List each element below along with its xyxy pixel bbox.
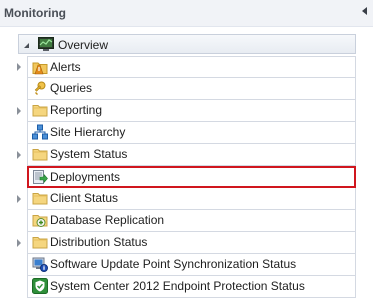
folder-icon xyxy=(32,102,48,118)
tree-node-deployments[interactable]: Deployments xyxy=(27,166,356,188)
tree-node-label: Database Replication xyxy=(50,213,165,227)
tree-node-alerts[interactable]: Alerts xyxy=(27,56,356,78)
expand-triangle-icon[interactable] xyxy=(17,63,21,71)
tree-node-label: System Status xyxy=(50,147,128,161)
database-replication-icon xyxy=(32,212,48,228)
tree-node-label: Deployments xyxy=(50,170,121,184)
expand-triangle-icon[interactable] xyxy=(17,195,21,203)
tree-node-label: System Center 2012 Endpoint Protection S… xyxy=(50,279,305,293)
pane-title: Monitoring xyxy=(4,6,66,20)
expanded-triangle-icon[interactable] xyxy=(24,43,29,48)
tree-node-label: Reporting xyxy=(50,103,103,117)
folder-icon xyxy=(32,190,48,206)
expand-triangle-icon[interactable] xyxy=(17,239,21,247)
pane-header: Monitoring xyxy=(0,0,373,27)
tree-node-label: Client Status xyxy=(50,191,119,205)
tree-node-label: Alerts xyxy=(50,60,81,74)
folder-icon xyxy=(32,234,48,250)
tree-node-queries[interactable]: Queries xyxy=(27,78,356,100)
tree-node-label: Distribution Status xyxy=(50,235,148,249)
tree-node-distribution-status[interactable]: Distribution Status xyxy=(27,232,356,254)
tree-node-system-center-2012-endpoint-protection-status[interactable]: System Center 2012 Endpoint Protection S… xyxy=(27,276,356,298)
tree-node-label: Overview xyxy=(58,38,109,52)
tree-node-label: Software Update Point Synchronization St… xyxy=(50,257,297,271)
chevron-left-icon[interactable] xyxy=(362,7,367,15)
query-key-icon xyxy=(32,80,48,96)
tree-node-database-replication[interactable]: Database Replication xyxy=(27,210,356,232)
tree-node-overview[interactable]: Overview xyxy=(18,34,356,54)
tree-node-label: Site Hierarchy xyxy=(50,125,126,139)
folder-icon xyxy=(32,146,48,162)
monitor-overview-icon xyxy=(38,37,54,51)
tree-node-client-status[interactable]: Client Status xyxy=(27,188,356,210)
alert-folder-icon xyxy=(32,59,48,75)
expand-triangle-icon[interactable] xyxy=(17,107,21,115)
deployment-icon xyxy=(32,169,48,185)
monitoring-pane: Monitoring Overview Alerts Queries Reporti… xyxy=(0,0,373,298)
site-hierarchy-icon xyxy=(32,124,48,140)
tree-node-label: Queries xyxy=(50,81,93,95)
tree-node-software-update-point-synchronization-status[interactable]: Software Update Point Synchronization St… xyxy=(27,254,356,276)
expand-triangle-icon[interactable] xyxy=(17,151,21,159)
update-sync-icon xyxy=(32,256,48,272)
endpoint-protection-icon xyxy=(32,278,48,294)
tree-node-system-status[interactable]: System Status xyxy=(27,144,356,166)
tree-node-site-hierarchy[interactable]: Site Hierarchy xyxy=(27,122,356,144)
tree-node-reporting[interactable]: Reporting xyxy=(27,100,356,122)
